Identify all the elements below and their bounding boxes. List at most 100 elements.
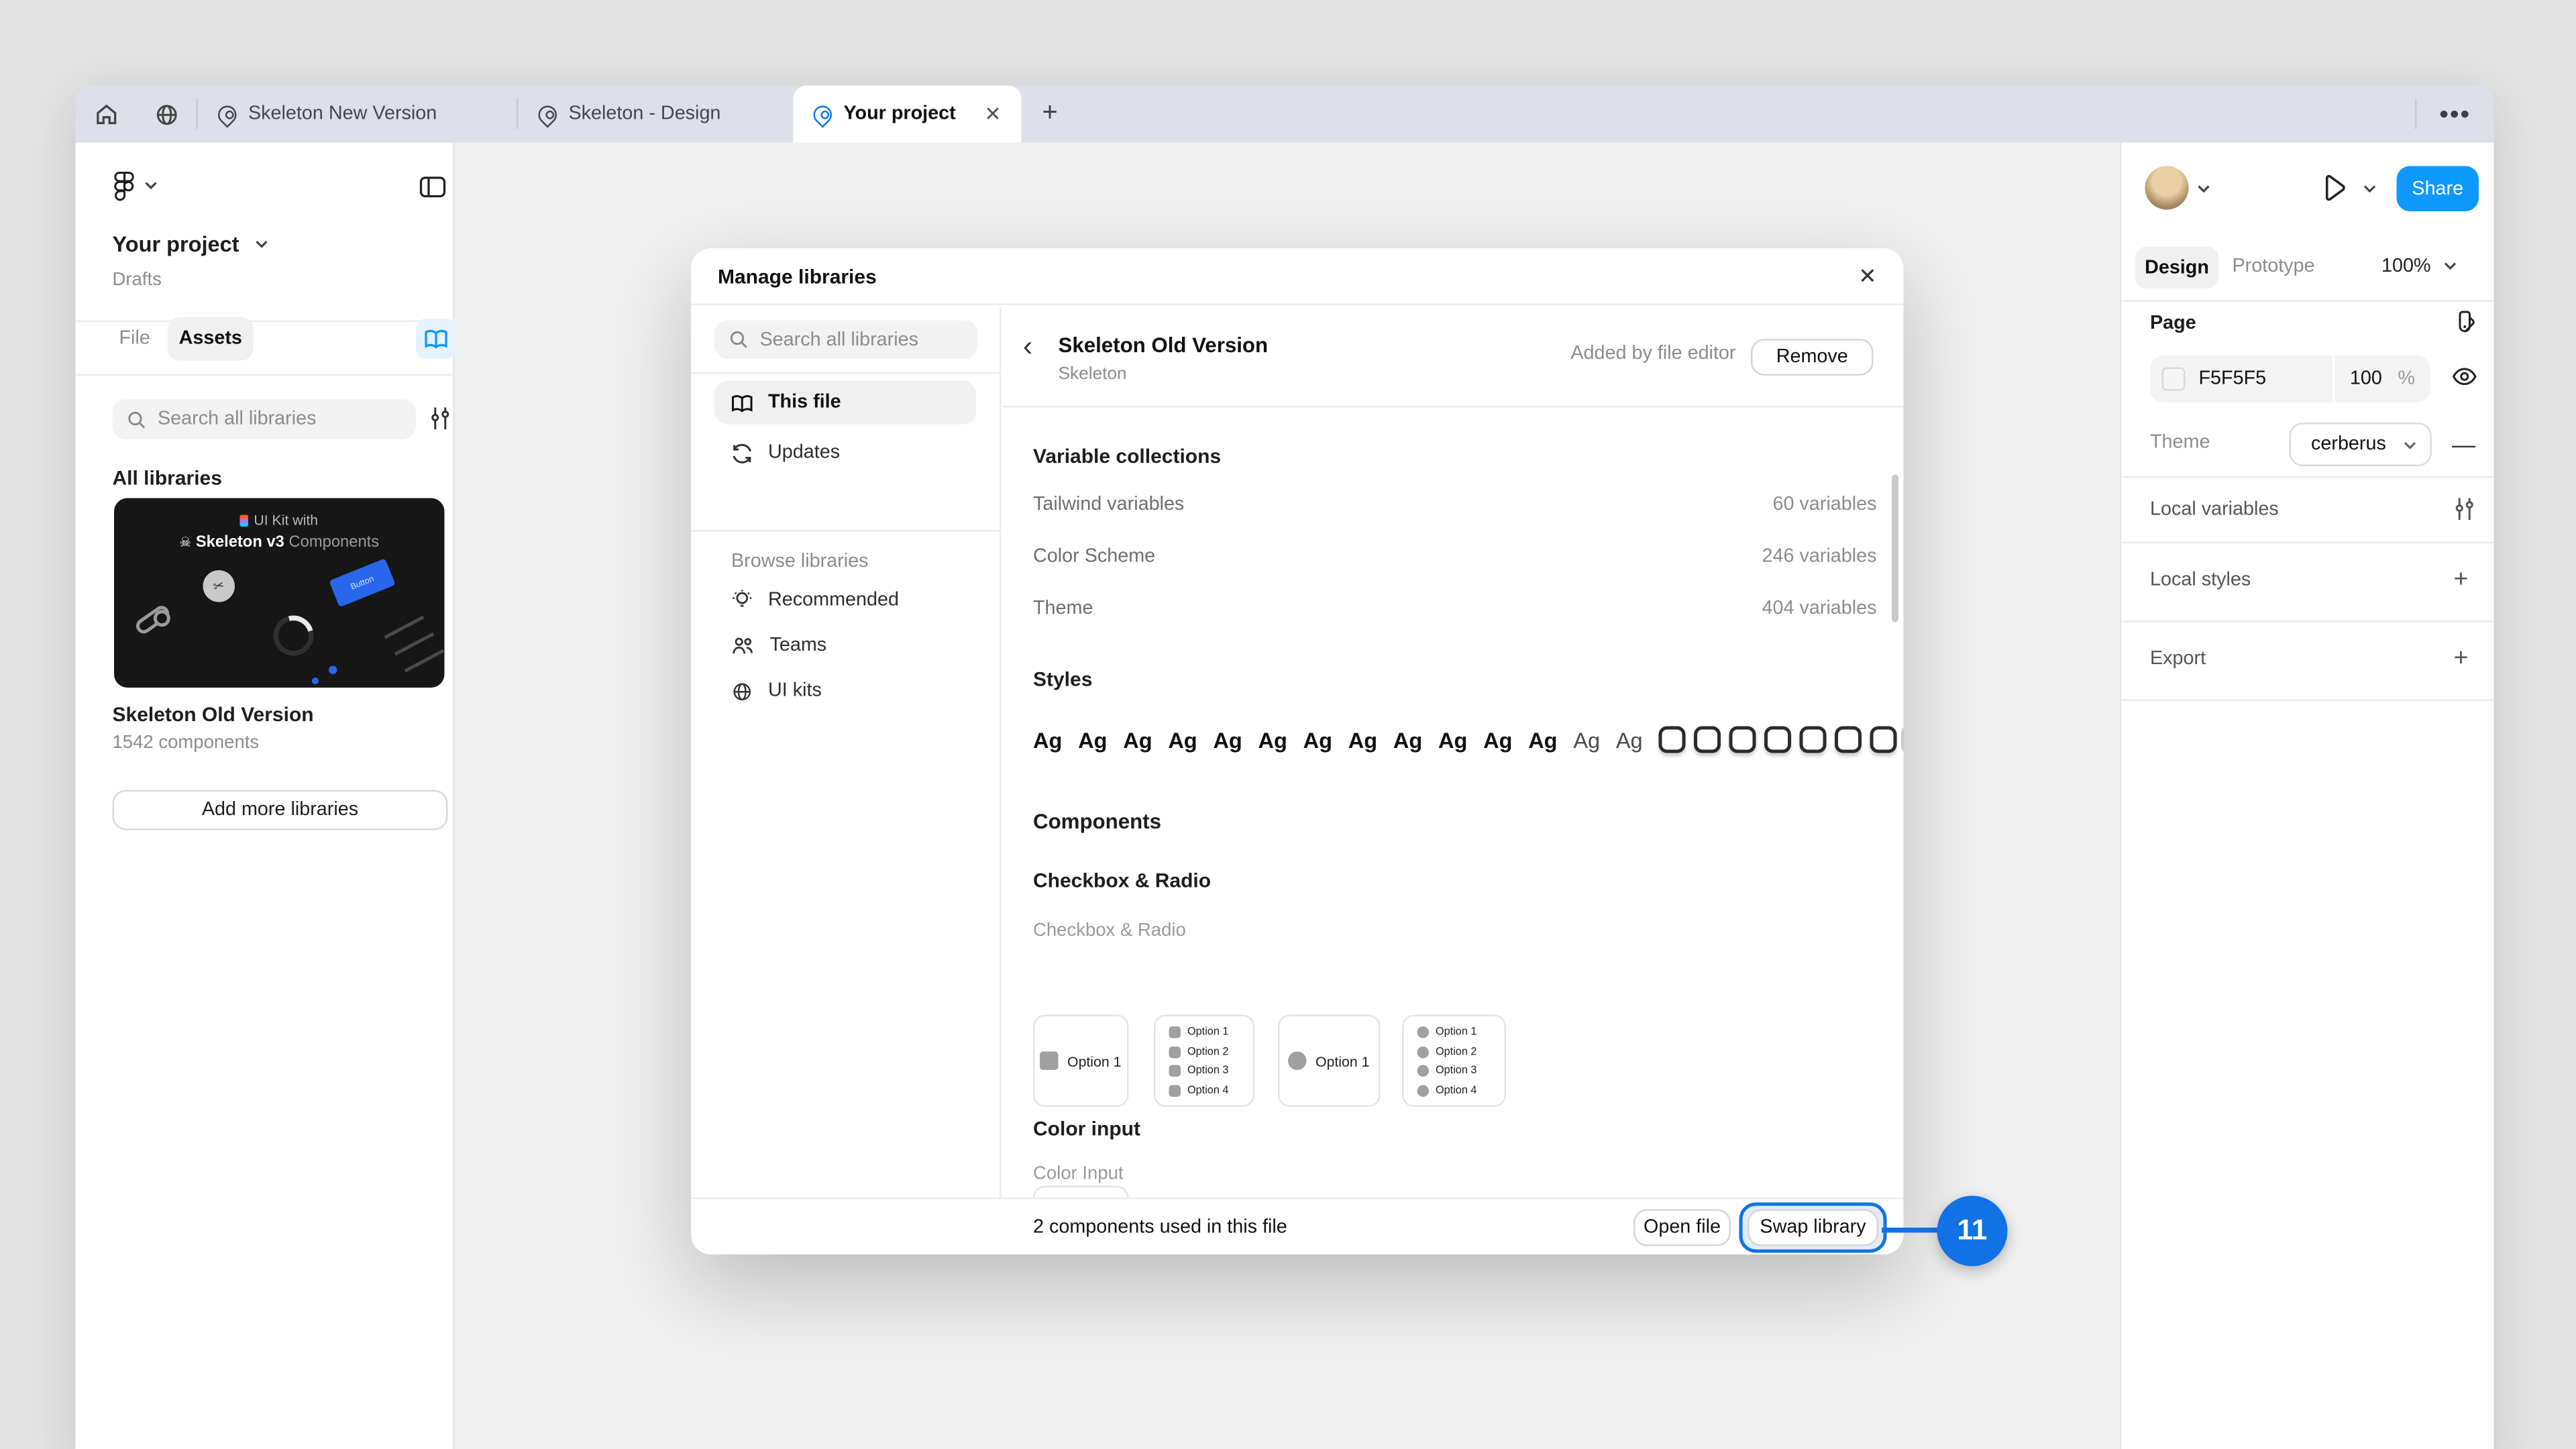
collection-name: Theme [1033, 599, 1093, 619]
components-heading: Components [1033, 810, 1161, 834]
option-label: Option 4 [1187, 1084, 1228, 1096]
add-more-libraries-button[interactable]: Add more libraries [113, 790, 448, 830]
grid-style-swatch [1835, 727, 1862, 753]
library-title: Skeleton Old Version [1059, 334, 1269, 358]
globe-icon [731, 680, 753, 702]
tab-file[interactable]: File [119, 329, 150, 349]
styles-heading: Styles [1033, 667, 1092, 691]
library-card-thumbnail[interactable]: UI Kit with ☠ Skeleton v3 Components ✂ B… [114, 498, 445, 688]
divider [76, 374, 453, 376]
page-color-value[interactable]: F5F5F5 [2199, 369, 2267, 389]
nav-item-ui-kits[interactable]: UI kits [714, 669, 976, 713]
library-subtitle: Skeleton [1059, 364, 1127, 384]
nav-label: Recommended [768, 590, 899, 610]
sidebar-search-input[interactable]: Search all libraries [113, 399, 417, 439]
add-style-plus-icon[interactable]: + [2454, 566, 2469, 594]
present-play-icon[interactable] [2323, 174, 2347, 201]
window-menu-button[interactable]: ••• [2417, 86, 2494, 143]
modal-scrollbar[interactable] [1892, 475, 1898, 623]
library-card-title[interactable]: Skeleton Old Version [113, 703, 314, 727]
divider [2122, 542, 2494, 544]
library-book-button[interactable] [416, 319, 456, 359]
styles-preview-row: AgAgAgAgAgAgAgAgAgAgAgAgAgAg [1033, 727, 1880, 753]
modal-library-pane: ‹ Skeleton Old Version Skeleton Added by… [1003, 307, 1904, 1198]
toggle-sidebar-icon[interactable] [419, 176, 446, 199]
collection-count: 60 variables [1772, 495, 1876, 515]
remove-button[interactable]: Remove [1751, 339, 1874, 376]
share-button[interactable]: Share [2397, 166, 2479, 212]
collection-count: 404 variables [1762, 599, 1876, 619]
manage-libraries-modal: Manage libraries ✕ Search all libraries … [691, 248, 1904, 1254]
back-chevron-icon[interactable]: ‹ [1023, 331, 1032, 364]
open-book-icon [731, 393, 753, 412]
color-swatch[interactable] [2162, 368, 2186, 391]
figma-logo-icon[interactable] [114, 171, 134, 201]
nav-item-teams[interactable]: Teams [714, 624, 976, 667]
variable-collection-row[interactable]: Tailwind variables 60 variables [1033, 488, 1877, 522]
nav-label: UI kits [768, 681, 822, 701]
avatar[interactable] [2145, 166, 2189, 210]
component-card-radio-single[interactable]: Option 1 [1278, 1015, 1381, 1108]
thumb-toggle [133, 603, 172, 637]
nav-item-this-file[interactable]: This file [714, 381, 976, 425]
nav-item-updates[interactable]: Updates [714, 431, 976, 475]
eye-icon[interactable] [2452, 368, 2477, 386]
local-styles-row[interactable]: Local styles [2150, 570, 2251, 590]
tab-assets[interactable]: Assets [168, 317, 254, 361]
text-style-preview: Ag [1573, 728, 1600, 753]
tab-prototype[interactable]: Prototype [2233, 257, 2315, 277]
export-row[interactable]: Export [2150, 649, 2206, 669]
page-opacity-value[interactable]: 100 [2334, 369, 2398, 389]
tab-your-project[interactable]: Your project ✕ [794, 86, 1022, 143]
modal-close-icon[interactable]: ✕ [1858, 262, 1876, 289]
checkbox-icon [1169, 1046, 1181, 1058]
component-card-radio-list[interactable]: Option 1 Option 2 Option 3 Option 4 [1402, 1015, 1506, 1108]
zoom-level[interactable]: 100% [2381, 257, 2431, 277]
footer-summary: 2 components used in this file [1033, 1217, 1287, 1237]
chevron-down-icon[interactable] [2444, 262, 2457, 270]
tab-skeleton-new-version[interactable]: Skeleton New Version [198, 86, 517, 143]
swap-library-button[interactable]: Swap library [1748, 1210, 1878, 1246]
chevron-down-icon[interactable] [2197, 184, 2210, 193]
chevron-down-icon[interactable] [255, 240, 268, 249]
screenshot-root: Skeleton New Version Skeleton - Design Y… [0, 0, 2576, 1449]
divider [691, 530, 1000, 532]
tab-close-icon[interactable]: ✕ [984, 104, 1001, 124]
tab-skeleton-design[interactable]: Skeleton - Design [519, 86, 794, 143]
new-tab-button[interactable]: + [1022, 86, 1079, 143]
chevron-down-icon[interactable] [2363, 184, 2377, 193]
theme-dropdown[interactable]: cerberus [2290, 423, 2432, 466]
checkbox-icon [1169, 1084, 1181, 1096]
component-group-label: Checkbox & Radio [1033, 921, 1186, 941]
divider [2122, 700, 2494, 702]
percent-sign: % [2398, 369, 2415, 389]
variable-collection-row[interactable]: Color Scheme 246 variables [1033, 540, 1877, 574]
nav-item-recommended[interactable]: Recommended [714, 579, 976, 623]
variable-collection-row[interactable]: Theme 404 variables [1033, 592, 1877, 626]
radio-icon [1417, 1084, 1430, 1096]
chevron-down-icon[interactable] [144, 181, 158, 190]
swatch-book-icon[interactable] [2454, 311, 2477, 334]
option-label: Option 1 [1436, 1026, 1477, 1038]
variables-sliders-icon[interactable] [2454, 498, 2476, 521]
theme-label: Theme [2150, 433, 2210, 453]
modal-search-input[interactable]: Search all libraries [714, 321, 978, 360]
component-card-checkbox-single[interactable]: Option 1 [1033, 1015, 1129, 1108]
nav-label: Updates [768, 443, 840, 463]
text-style-preview: Ag [1213, 728, 1242, 753]
text-style-preview: Ag [1123, 728, 1152, 753]
variable-collections-heading: Variable collections [1033, 445, 1221, 468]
tab-design[interactable]: Design [2135, 247, 2219, 289]
filter-sliders-icon[interactable] [429, 406, 451, 431]
open-file-button[interactable]: Open file [1633, 1210, 1731, 1246]
component-card-checkbox-list[interactable]: Option 1 Option 2 Option 3 Option 4 [1154, 1015, 1254, 1108]
right-sidebar: Share Design Prototype 100% Page F5F5F5 … [2120, 143, 2494, 1449]
community-button[interactable] [136, 86, 197, 143]
add-export-plus-icon[interactable]: + [2454, 644, 2469, 673]
local-variables-row[interactable]: Local variables [2150, 500, 2279, 520]
page-color-row[interactable]: F5F5F5 100 % [2150, 356, 2430, 402]
home-button[interactable] [76, 86, 136, 143]
project-name[interactable]: Your project [113, 231, 239, 257]
remove-theme-icon[interactable]: — [2452, 431, 2475, 458]
collection-name: Color Scheme [1033, 547, 1155, 567]
